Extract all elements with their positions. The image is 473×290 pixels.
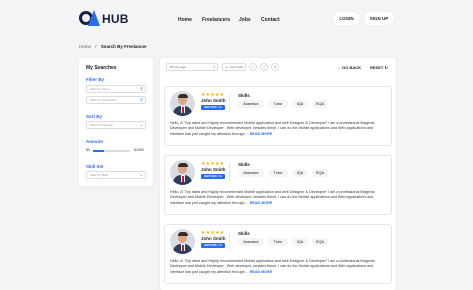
skill-chip: EQA	[312, 238, 328, 246]
go-back-button[interactable]: ← GO BACK	[337, 65, 361, 70]
description-text: Hello, A "Top rated and Highly recommend…	[170, 121, 375, 136]
avatar	[170, 91, 195, 116]
skills-title: Skills	[238, 162, 250, 167]
rate-badge: GBP 900 / hr	[201, 105, 225, 110]
skill-chip: IQA	[292, 169, 308, 177]
divider	[229, 232, 230, 250]
search-icon[interactable]: ⚲	[140, 87, 143, 91]
logo-text: HUB	[102, 12, 129, 26]
skills-title: Skills	[238, 93, 250, 98]
read-more-link[interactable]: READ MORE	[250, 132, 273, 136]
freelancer-description: Hello, A "Top rated and Highly recommend…	[170, 259, 388, 275]
sort-by-select[interactable]: Select Parameter ⌄	[86, 121, 146, 129]
filter-name-placeholder: Filter by Name	[90, 87, 110, 91]
results-panel: 25 per page ▾ 1 - 10 of 100 ‹ › » ← GO B…	[160, 58, 396, 290]
search-sidebar: My Searches Filter By Filter by Name ⚲ F…	[79, 58, 153, 186]
per-page-value: 25 per page	[170, 65, 187, 69]
description-text: Hello, A "Top rated and Highly recommend…	[170, 259, 375, 274]
read-more-link[interactable]: READ MORE	[250, 270, 273, 274]
freelancer-description: Hello, A "Top rated and Highly recommend…	[170, 190, 388, 206]
amount-slider[interactable]	[93, 150, 130, 152]
filter-description-placeholder: Filter by Description	[90, 98, 117, 102]
nav-jobs[interactable]: Jobs	[239, 17, 251, 23]
skill-chip: Assessor	[238, 238, 264, 246]
skill-chip: Tutor	[268, 169, 288, 177]
nav-home[interactable]: Home	[178, 17, 192, 23]
nav-freelancers[interactable]: Freelancers	[202, 17, 230, 23]
filter-by-label: Filter By	[86, 77, 105, 82]
page-info: 1 - 10 of 100	[222, 63, 246, 71]
skills-title: Skills	[238, 231, 250, 236]
sort-by-placeholder: Select Parameter	[90, 123, 114, 127]
freelancer-description: Hello, A "Top rated and Highly recommend…	[170, 121, 388, 137]
skill-set-label: Skill Set	[86, 164, 104, 169]
description-text: Hello, A "Top rated and Highly recommend…	[170, 190, 375, 205]
sidebar-title: My Searches	[86, 65, 117, 71]
avatar	[170, 160, 195, 185]
divider	[229, 94, 230, 112]
skill-set-select[interactable]: Filter by Skills ⌄	[86, 171, 146, 179]
filter-description-input[interactable]: Filter by Description ⚲	[86, 96, 146, 104]
breadcrumb-separator: /	[95, 44, 97, 49]
filter-name-input[interactable]: Filter by Name ⚲	[86, 85, 146, 93]
chevron-right-icon[interactable]: ›	[260, 63, 268, 71]
logo[interactable]: HUB	[79, 10, 129, 28]
skill-chip: Assessor	[238, 100, 264, 108]
breadcrumb-current: Search By Freelancer	[100, 44, 147, 49]
skill-chip: Tutor	[268, 238, 288, 246]
chevron-down-icon: ▾	[213, 65, 215, 69]
skill-chip: Tutor	[268, 100, 288, 108]
chevron-left-icon[interactable]: ‹	[249, 63, 257, 71]
logo-mark-icon	[79, 10, 101, 28]
login-button[interactable]: LOGIN	[333, 12, 360, 25]
freelancer-name[interactable]: John Smith	[201, 98, 226, 103]
skill-chip: IQA	[292, 238, 308, 246]
avatar	[170, 229, 195, 254]
skill-chip: EQA	[312, 169, 328, 177]
skill-chip: EQA	[312, 100, 328, 108]
amount-slider-fill	[93, 150, 105, 152]
freelancer-name[interactable]: John Smith	[201, 236, 226, 241]
amount-label: Amount	[86, 139, 103, 144]
rate-badge: GBP 900 / hr	[201, 243, 225, 248]
amount-min: $0	[86, 148, 90, 152]
nav-contact[interactable]: Contact	[261, 17, 280, 23]
site-header: HUB Home Freelancers Jobs Contact LOGIN …	[0, 0, 473, 38]
freelancer-name[interactable]: John Smith	[201, 167, 226, 172]
rate-badge: GBP 900 / hr	[201, 174, 225, 179]
reset-button[interactable]: RESET ↻	[370, 65, 388, 70]
skill-set-placeholder: Filter by Skills	[90, 173, 109, 177]
sort-by-label: Sort By	[86, 114, 103, 119]
divider	[229, 163, 230, 181]
chevron-down-icon: ⌄	[139, 172, 143, 177]
breadcrumb-home[interactable]: Home	[79, 44, 91, 49]
skill-chip: IQA	[292, 100, 308, 108]
signup-button[interactable]: SIGN UP	[364, 12, 394, 25]
per-page-select[interactable]: 25 per page ▾	[166, 63, 218, 71]
read-more-link[interactable]: READ MORE	[250, 201, 273, 205]
freelancer-card[interactable]: ★★★★★ John Smith GBP 900 / hr Skills Ass…	[164, 155, 392, 215]
freelancer-card[interactable]: ★★★★★ John Smith GBP 900 / hr Skills Ass…	[164, 86, 392, 146]
chevron-down-icon: ⌄	[139, 122, 143, 127]
amount-max: $1000	[134, 148, 144, 152]
freelancer-card[interactable]: ★★★★★ John Smith GBP 900 / hr Skills Ass…	[164, 224, 392, 284]
search-icon[interactable]: ⚲	[140, 98, 143, 102]
skill-chip: Assessor	[238, 169, 264, 177]
last-page-icon[interactable]: »	[271, 63, 279, 71]
breadcrumb: Home / Search By Freelancer	[79, 44, 147, 49]
